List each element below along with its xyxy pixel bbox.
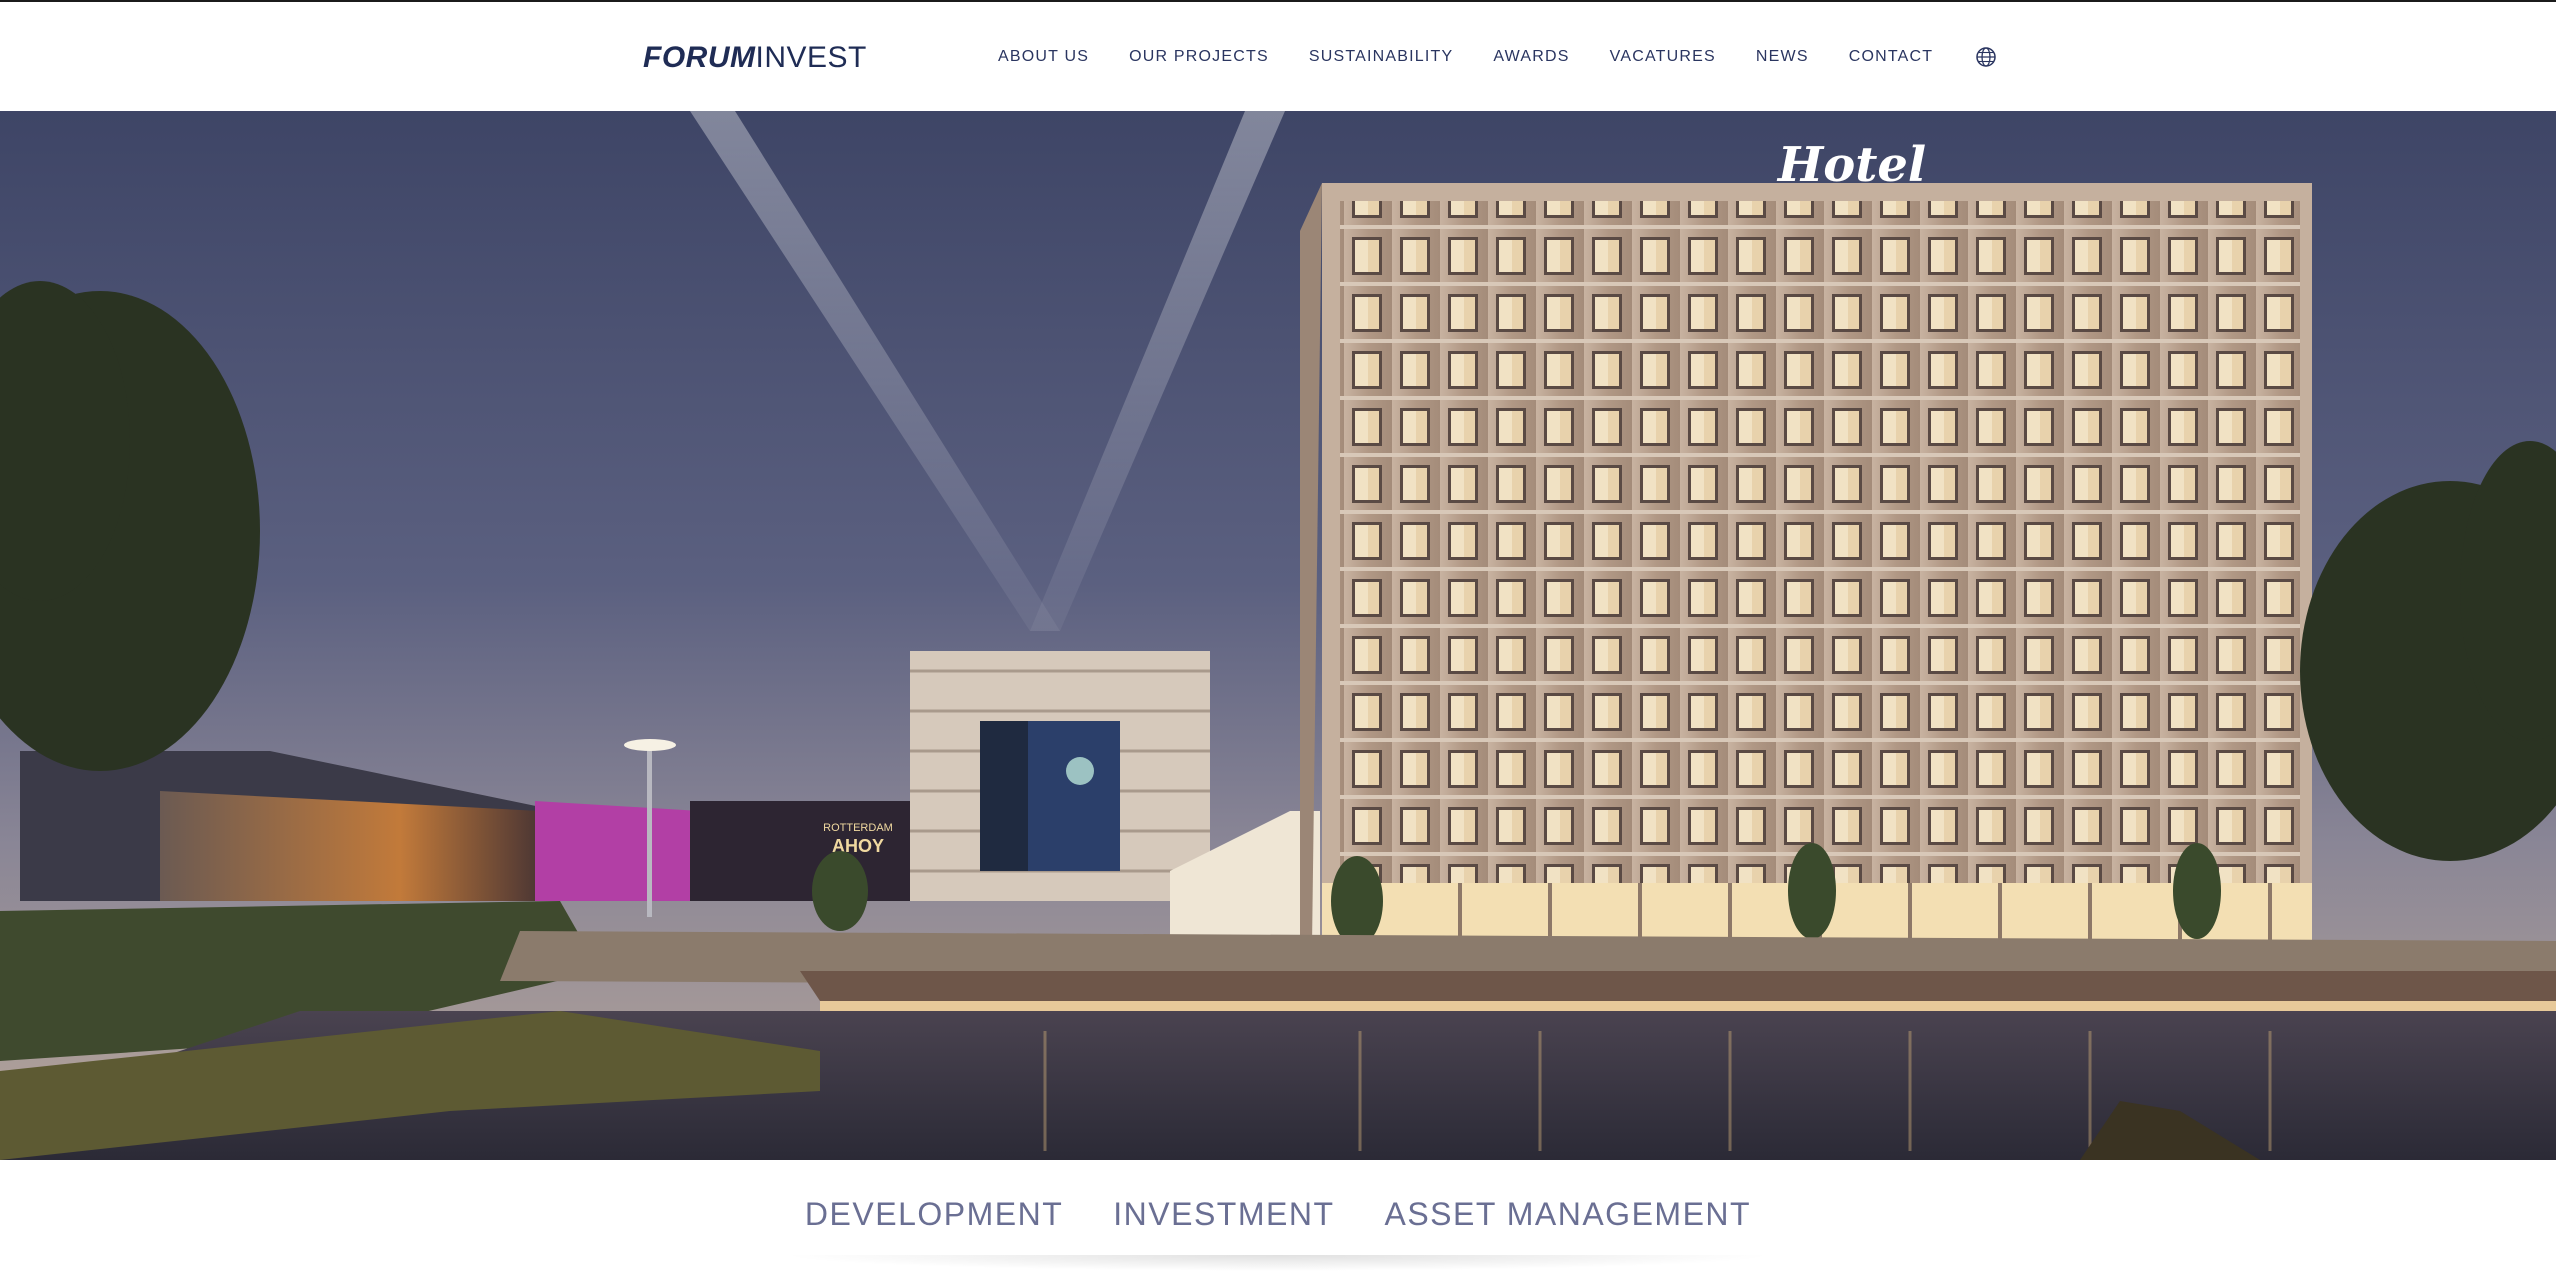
logo-invest: INVEST xyxy=(755,41,867,74)
nav-awards[interactable]: AWARDS xyxy=(1493,48,1569,66)
nav-contact[interactable]: CONTACT xyxy=(1849,48,1934,66)
hotel-sign: Hotel xyxy=(1776,137,1926,193)
nav-sustainability[interactable]: SUSTAINABILITY xyxy=(1309,48,1454,66)
site-header: FORUM INVEST ABOUT US OUR PROJECTS SUSTAI… xyxy=(0,2,2556,111)
nav-our-projects[interactable]: OUR PROJECTS xyxy=(1129,48,1269,66)
service-asset-management[interactable]: ASSET MANAGEMENT xyxy=(1384,1196,1751,1233)
content-card-edge xyxy=(780,1255,1776,1271)
globe-icon[interactable] xyxy=(1975,46,1997,68)
logo-forum: FORUM xyxy=(643,41,756,74)
forum-invest-logo[interactable]: FORUM INVEST xyxy=(643,38,867,78)
service-development[interactable]: DEVELOPMENT xyxy=(805,1196,1063,1233)
main-nav: ABOUT US OUR PROJECTS SUSTAINABILITY AWA… xyxy=(998,46,1997,68)
service-investment[interactable]: INVESTMENT xyxy=(1113,1196,1334,1233)
hero-image: ROTTERDAM AHOY Hotel xyxy=(0,111,2556,1160)
arena-sign-small: ROTTERDAM xyxy=(823,822,893,834)
services-menu: DEVELOPMENT INVESTMENT ASSET MANAGEMENT xyxy=(0,1196,2556,1233)
nav-about-us[interactable]: ABOUT US xyxy=(998,48,1089,66)
nav-news[interactable]: NEWS xyxy=(1756,48,1809,66)
nav-vacatures[interactable]: VACATURES xyxy=(1610,48,1716,66)
